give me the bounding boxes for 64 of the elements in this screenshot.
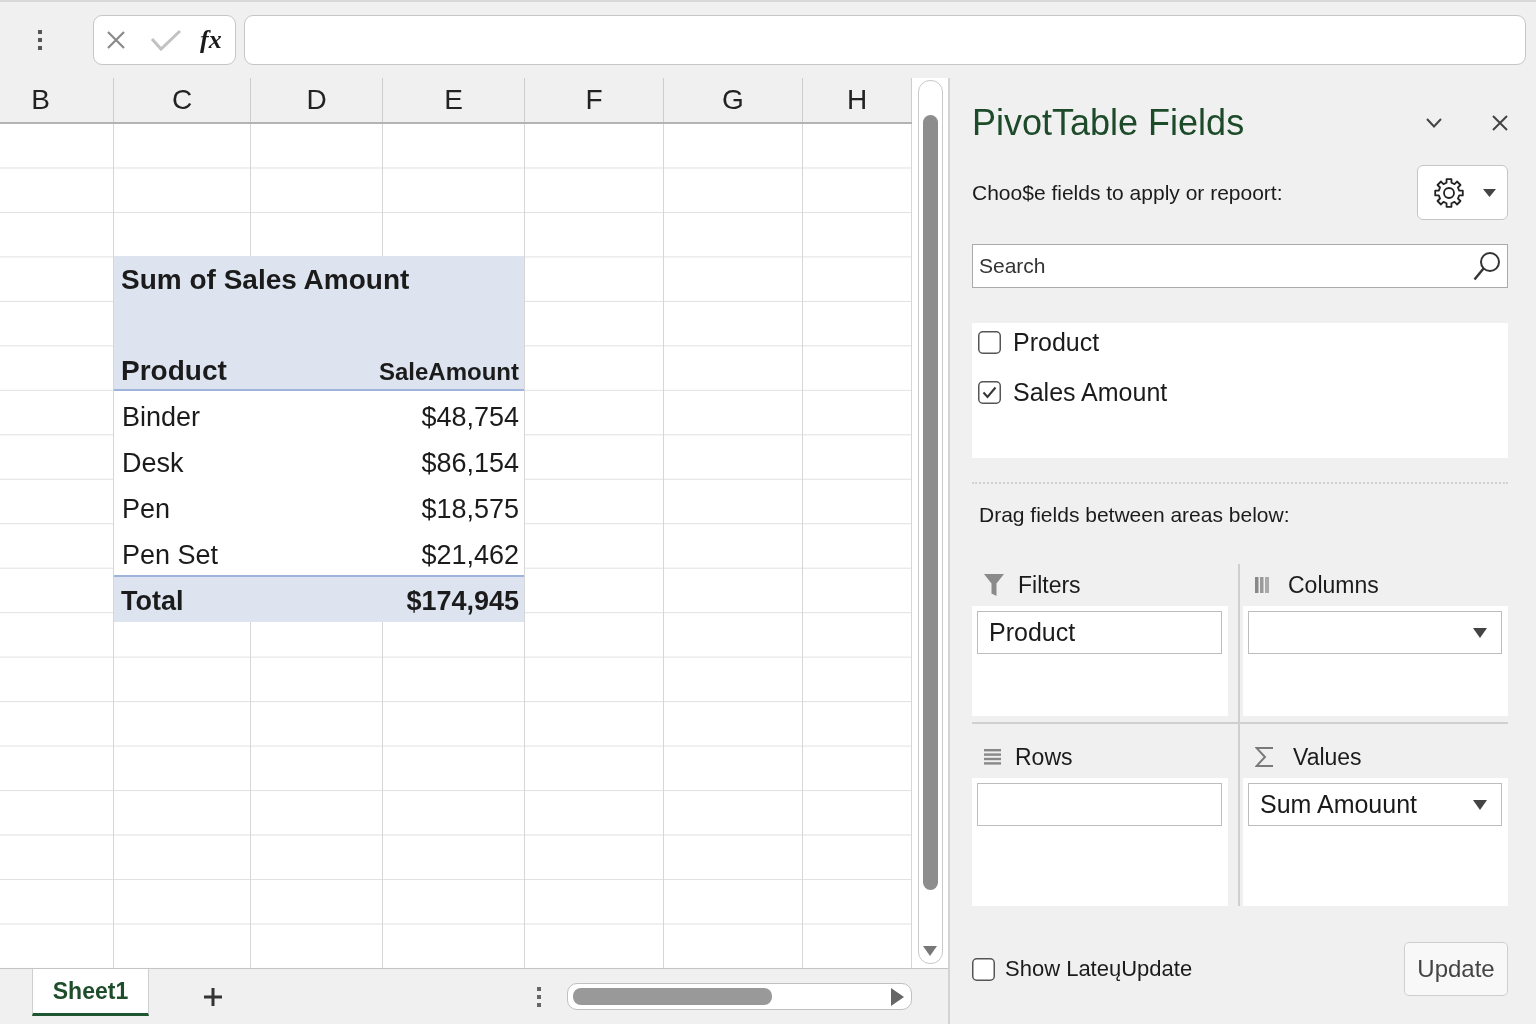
area-title: Filters (1018, 571, 1081, 599)
sigma-icon (1255, 747, 1274, 767)
instruction-text: Drag fields between areas below: (978, 502, 1290, 528)
chevron-down-icon[interactable] (1426, 118, 1442, 128)
cross-icon[interactable] (106, 30, 126, 50)
plus-icon[interactable] (204, 987, 222, 1006)
area-title: Rows (1015, 743, 1073, 771)
table-cell: $86,154 (421, 447, 519, 479)
vertical-scrollbar[interactable] (917, 80, 943, 964)
field-label[interactable]: Sales Amount (1013, 377, 1168, 407)
area-field[interactable] (977, 783, 1222, 826)
scroll-thumb[interactable] (922, 115, 938, 890)
down-arrow-icon[interactable] (923, 946, 937, 956)
caret-down-icon[interactable] (1473, 627, 1487, 638)
instruction-text: Choo$e fields to apply or repoort: (972, 180, 1284, 205)
caret-down-icon (1483, 188, 1496, 197)
table-cell: $18,575 (421, 493, 519, 525)
column-header[interactable]: C (114, 78, 251, 122)
pivot-title: Sum of Sales Amount (120, 263, 410, 297)
columns-icon (1255, 577, 1269, 593)
area-title: Values (1293, 743, 1362, 771)
vertical-dots-icon[interactable] (537, 986, 541, 1007)
sheet-tab[interactable]: Sheet1 (32, 969, 149, 1016)
column-header[interactable]: F (525, 78, 664, 122)
table-cell: $48,754 (421, 401, 519, 433)
gear-icon (1434, 177, 1464, 208)
search-icon[interactable] (1473, 251, 1501, 281)
table-header[interactable]: SaleAmount (379, 356, 519, 388)
table-cell: $21,462 (421, 539, 519, 571)
total-label: Total (121, 585, 184, 617)
table-cell: Binder (122, 401, 201, 433)
filter-icon (984, 574, 1004, 596)
rows-icon (984, 749, 1001, 765)
right-arrow-icon[interactable] (891, 987, 904, 1006)
field-label[interactable]: Product (1013, 327, 1100, 357)
table-header[interactable]: Product (121, 355, 227, 387)
area-field[interactable]: Product (977, 611, 1222, 654)
column-header[interactable]: G (664, 78, 803, 122)
horizontal-scrollbar[interactable] (567, 983, 912, 1010)
insert-function-button[interactable]: fx (200, 25, 222, 55)
pane-title: PivotTable Fields (972, 101, 1246, 145)
column-header[interactable]: B (0, 78, 114, 122)
update-button[interactable]: Update (1404, 942, 1508, 996)
area-title: Columns (1288, 571, 1379, 599)
column-header[interactable]: D (251, 78, 383, 122)
caret-down-icon[interactable] (1473, 799, 1487, 810)
area-field[interactable]: Sum Amouunt (1248, 783, 1502, 826)
table-cell: Pen (122, 493, 171, 525)
column-header[interactable]: E (383, 78, 525, 122)
area-field[interactable] (1248, 611, 1502, 654)
scroll-thumb[interactable] (573, 988, 772, 1005)
table-cell: Pen Set (122, 539, 219, 571)
formula-input[interactable] (244, 15, 1526, 65)
settings-dropdown-button[interactable] (1417, 165, 1508, 220)
table-cell: Desk (122, 447, 184, 479)
vertical-dots-icon[interactable] (37, 29, 43, 51)
close-icon[interactable] (1492, 115, 1508, 131)
checkbox-label[interactable]: Show LateųUpdate (1005, 956, 1193, 982)
checkbox[interactable] (978, 380, 1001, 404)
search-field[interactable]: Search (972, 244, 1508, 288)
total-value: $174,945 (406, 585, 519, 617)
checkbox[interactable] (978, 330, 1001, 354)
checkbox[interactable] (972, 957, 995, 981)
check-icon[interactable] (150, 28, 182, 52)
